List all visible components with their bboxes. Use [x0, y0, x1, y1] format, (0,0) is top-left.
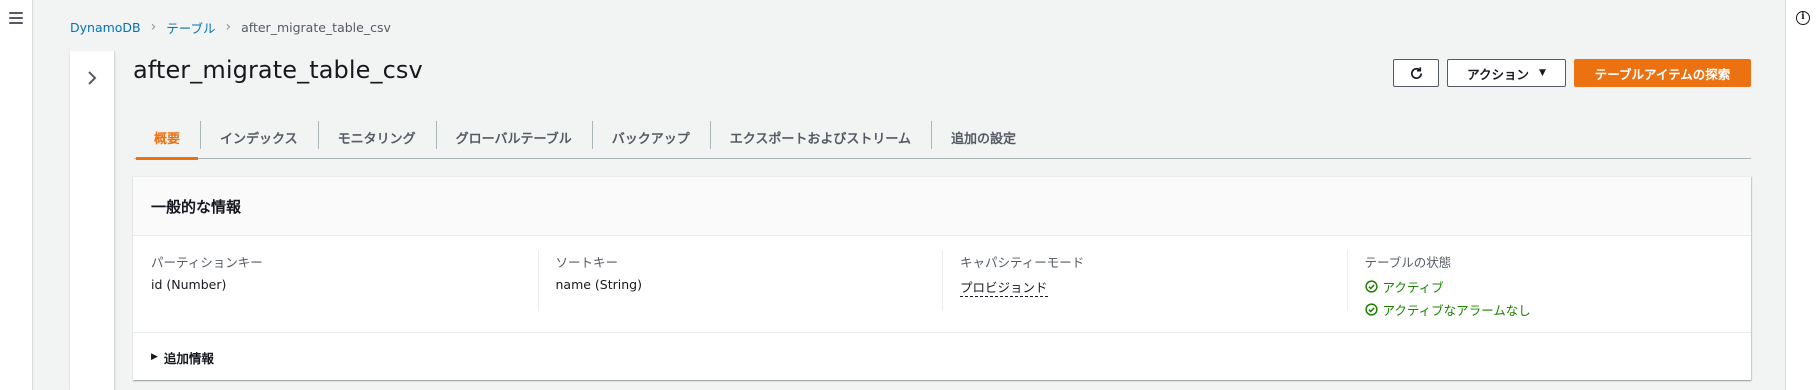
refresh-icon	[1410, 66, 1422, 79]
actions-dropdown-button[interactable]: アクション ▼	[1447, 59, 1566, 87]
general-info-title: 一般的な情報	[133, 177, 1751, 236]
table-status-column: テーブルの状態 アクティブ アクティブなアラームなし	[1346, 250, 1752, 332]
partition-key-value: id (Number)	[151, 277, 227, 292]
sort-key-label: ソートキー	[555, 255, 619, 270]
check-circle-icon	[1364, 280, 1378, 293]
explore-table-items-button[interactable]: テーブルアイテムの探索	[1574, 59, 1751, 87]
caret-right-icon: ▶	[151, 352, 158, 362]
info-icon[interactable]: i	[1796, 11, 1810, 25]
right-tools-rail: i	[1785, 0, 1818, 390]
chevron-right-icon: ›	[150, 19, 157, 35]
refresh-button[interactable]	[1393, 59, 1439, 87]
tab-exports-and-streams[interactable]: エクスポートおよびストリーム	[709, 117, 931, 158]
tab-overview[interactable]: 概要	[134, 117, 200, 160]
dynamodb-table-page: i DynamoDB › テーブル › after_migrate_table_…	[0, 0, 1818, 390]
caret-down-icon: ▼	[1538, 68, 1546, 78]
menu-icon[interactable]	[9, 12, 23, 24]
capacity-mode-column: キャパシティーモード プロビジョンド	[942, 250, 1347, 332]
partition-key-label: パーティションキー	[151, 255, 263, 270]
side-panel-strip	[70, 51, 115, 390]
breadcrumb-tables[interactable]: テーブル	[166, 18, 215, 37]
breadcrumb: DynamoDB › テーブル › after_migrate_table_cs…	[70, 18, 391, 36]
sort-key-value: name (String)	[555, 277, 642, 292]
chevron-right-icon: ›	[225, 19, 232, 35]
capacity-mode-value[interactable]: プロビジョンド	[960, 280, 1048, 297]
status-active: アクティブ	[1364, 277, 1752, 296]
tab-global-tables[interactable]: グローバルテーブル	[435, 117, 592, 158]
tab-bar: 概要 インデックス モニタリング グローバルテーブル バックアップ エクスポート…	[134, 117, 1751, 160]
partition-key-column: パーティションキー id (Number)	[133, 250, 538, 332]
tab-additional-settings[interactable]: 追加の設定	[931, 117, 1036, 158]
additional-info-expander[interactable]: ▶ 追加情報	[133, 332, 1751, 381]
tab-indexes[interactable]: インデックス	[200, 117, 318, 158]
check-circle-icon	[1364, 303, 1378, 316]
actions-label: アクション	[1467, 66, 1529, 82]
capacity-mode-value-wrap: プロビジョンド	[960, 277, 1347, 297]
breadcrumb-current: after_migrate_table_csv	[241, 19, 391, 35]
tab-backups[interactable]: バックアップ	[591, 117, 710, 158]
status-active-text: アクティブ	[1382, 280, 1444, 295]
additional-info-label: 追加情報	[163, 350, 214, 366]
chevron-right-icon[interactable]	[83, 67, 101, 89]
breadcrumb-dynamodb[interactable]: DynamoDB	[70, 20, 141, 35]
capacity-mode-label: キャパシティーモード	[960, 255, 1085, 270]
status-no-alarms: アクティブなアラームなし	[1364, 300, 1752, 319]
tab-monitoring[interactable]: モニタリング	[317, 117, 436, 158]
page-title: after_migrate_table_csv	[133, 56, 423, 84]
status-no-alarms-text: アクティブなアラームなし	[1382, 303, 1531, 318]
general-info-body: パーティションキー id (Number) ソートキー name (String…	[133, 236, 1751, 332]
table-status-label: テーブルの状態	[1364, 255, 1452, 270]
left-navigation-rail	[0, 0, 33, 390]
general-info-container: 一般的な情報 パーティションキー id (Number) ソートキー name …	[133, 176, 1751, 380]
sort-key-column: ソートキー name (String)	[537, 250, 943, 332]
header-actions: アクション ▼ テーブルアイテムの探索	[1393, 59, 1751, 87]
